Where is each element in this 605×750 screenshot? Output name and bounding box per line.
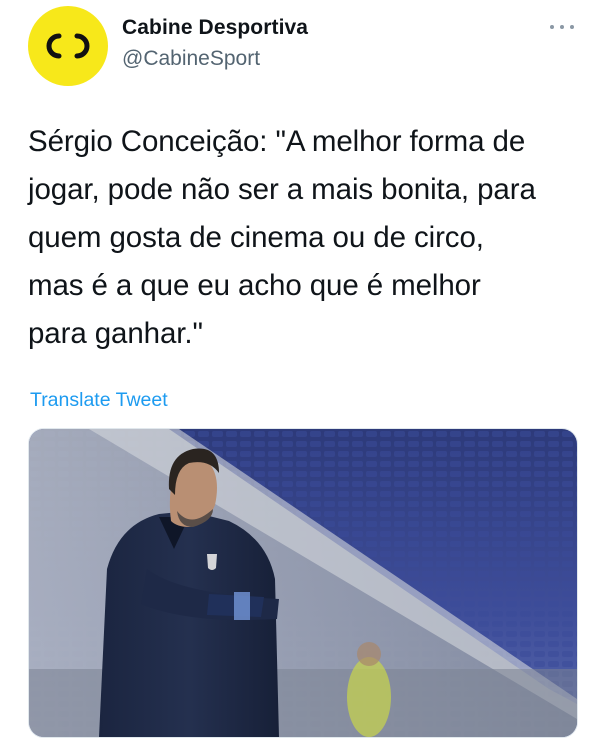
account-handle[interactable]: @CabineSport (122, 47, 260, 71)
tweet-card: Cabine Desportiva @CabineSport Sérgio Co… (0, 0, 605, 750)
dot (560, 25, 564, 29)
display-name[interactable]: Cabine Desportiva (122, 16, 308, 40)
cd-logo-icon (46, 33, 90, 59)
dot (550, 25, 554, 29)
photo-icon (29, 429, 577, 737)
tweet-text: Sérgio Conceição: "A melhor forma de jog… (28, 125, 536, 350)
translate-tweet-link[interactable]: Translate Tweet (30, 389, 168, 412)
tweet-photo[interactable] (28, 428, 578, 738)
dot (570, 25, 574, 29)
avatar[interactable] (28, 6, 108, 86)
more-horizontal-icon[interactable] (550, 22, 574, 32)
